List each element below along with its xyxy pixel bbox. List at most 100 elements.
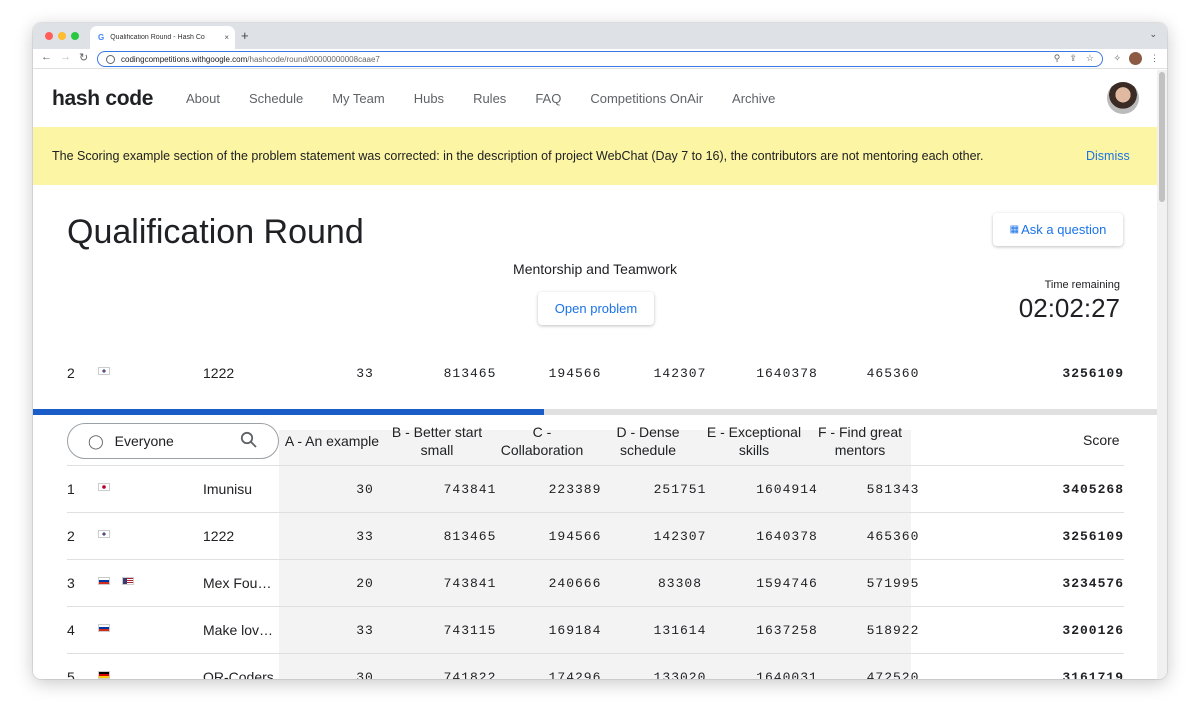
- row-score-a: 33: [356, 623, 374, 638]
- user-avatar[interactable]: [1107, 82, 1139, 114]
- column-header-d[interactable]: D - Dense schedule: [596, 423, 700, 459]
- search-icon[interactable]: [240, 431, 258, 449]
- open-problem-button[interactable]: Open problem: [538, 292, 654, 325]
- extensions-puzzle-icon[interactable]: ✧: [1113, 53, 1121, 64]
- browser-tab[interactable]: G Qualification Round - Hash Co ×: [90, 26, 235, 49]
- site-info-icon[interactable]: [106, 54, 115, 64]
- row-team-name[interactable]: Mex Foun…: [203, 575, 279, 591]
- maximize-window-icon[interactable]: [71, 32, 79, 40]
- nav-my-team[interactable]: My Team: [332, 91, 385, 106]
- reload-icon[interactable]: ↻: [79, 51, 88, 64]
- team-filter-input[interactable]: ◯ Everyone: [67, 423, 279, 459]
- nav-faq[interactable]: FAQ: [535, 91, 561, 106]
- back-arrow-icon[interactable]: ←: [41, 51, 52, 63]
- row-flags: [98, 577, 134, 585]
- tab-strip: G Qualification Round - Hash Co × + ⌄: [33, 23, 1167, 49]
- tab-close-icon[interactable]: ×: [224, 33, 229, 42]
- flag-ru-icon: [98, 624, 110, 632]
- column-header-c-line2: Collaboration: [500, 442, 584, 458]
- row-flags: [98, 671, 110, 679]
- column-header-b[interactable]: B - Better start small: [385, 423, 489, 459]
- row-score-f: 518922: [866, 623, 920, 638]
- minimize-window-icon[interactable]: [58, 32, 66, 40]
- time-remaining-label: Time remaining: [1044, 279, 1120, 291]
- row-total-score: 3200126: [1062, 623, 1124, 638]
- my-team-score-e: 1640378: [756, 366, 818, 381]
- new-tab-button[interactable]: +: [241, 28, 249, 43]
- round-progress-bar: [33, 409, 1157, 415]
- problem-name: Mentorship and Teamwork: [513, 261, 677, 277]
- row-score-b: 741822: [443, 670, 497, 679]
- share-icon[interactable]: ⇪: [1069, 53, 1077, 64]
- row-flags: [98, 624, 110, 632]
- column-header-d-line2: schedule: [619, 442, 677, 458]
- address-bar[interactable]: codingcompetitions.withgoogle.com/hashco…: [97, 51, 1103, 67]
- dismiss-button[interactable]: Dismiss: [1086, 149, 1130, 163]
- row-team-name[interactable]: Make love…: [203, 622, 279, 638]
- forward-arrow-icon[interactable]: →: [60, 51, 71, 63]
- row-total-score: 3405268: [1062, 482, 1124, 497]
- column-header-e-line1: E - Exceptional: [706, 424, 802, 440]
- table-row: 3 Mex Foun… 20 743841 240666 83308 1594746 5719…: [67, 560, 1124, 607]
- round-progress-fill: [33, 409, 545, 415]
- column-header-a[interactable]: A - An example: [281, 432, 383, 450]
- chat-bubble-icon: ▦: [1009, 224, 1020, 235]
- my-team-name[interactable]: 1222: [203, 365, 279, 381]
- row-score-c: 194566: [548, 529, 602, 544]
- my-team-score-d: 142307: [653, 366, 707, 381]
- column-header-c[interactable]: C - Collaboration: [491, 423, 593, 459]
- flag-kr-icon: [98, 530, 110, 538]
- row-team-name[interactable]: Imunisu: [203, 481, 279, 497]
- row-score-a: 30: [356, 670, 374, 679]
- row-score-e: 1637258: [756, 623, 818, 638]
- row-total-score: 3161719: [1062, 670, 1124, 679]
- row-rank: 1: [67, 481, 75, 497]
- top-navigation: hash code About Schedule My Team Hubs Ru…: [33, 70, 1157, 127]
- table-row: 4 Make love… 33 743115 169184 131614 1637258 51…: [67, 607, 1124, 654]
- zoom-icon[interactable]: ⚲: [1054, 53, 1061, 64]
- row-team-name[interactable]: 1222: [203, 528, 279, 544]
- row-score-a: 20: [356, 576, 374, 591]
- row-team-name[interactable]: QR-Coders: [203, 669, 279, 679]
- url-path: /hashcode/round/00000000008caae7: [247, 54, 380, 64]
- row-score-e: 1594746: [756, 576, 818, 591]
- row-score-b: 743841: [443, 576, 497, 591]
- page-scrollbar[interactable]: [1157, 70, 1167, 679]
- bookmark-star-icon[interactable]: ☆: [1086, 53, 1094, 64]
- row-rank: 2: [67, 528, 75, 544]
- row-score-d: 83308: [657, 576, 702, 591]
- banner-message: The Scoring example section of the probl…: [52, 149, 984, 163]
- nav-about[interactable]: About: [186, 91, 220, 106]
- nav-rules[interactable]: Rules: [473, 91, 506, 106]
- url-host: codingcompetitions.withgoogle.com: [121, 54, 248, 64]
- row-score-b: 743841: [443, 482, 497, 497]
- row-score-e: 1640378: [756, 529, 818, 544]
- nav-schedule[interactable]: Schedule: [249, 91, 303, 106]
- nav-hubs[interactable]: Hubs: [414, 91, 444, 106]
- my-team-flags: [98, 367, 110, 375]
- row-score-f: 472520: [866, 670, 920, 679]
- nav-archive[interactable]: Archive: [732, 91, 775, 106]
- column-header-e[interactable]: E - Exceptional skills: [702, 423, 806, 459]
- profile-avatar-icon[interactable]: [1129, 52, 1142, 65]
- hash-code-logo[interactable]: hash code: [52, 87, 153, 111]
- ask-question-button[interactable]: ▦ Ask a question: [993, 213, 1123, 246]
- row-score-e: 1604914: [756, 482, 818, 497]
- browser-menu-icon[interactable]: ⋮: [1150, 53, 1159, 64]
- column-header-f[interactable]: F - Find great mentors: [808, 423, 912, 459]
- row-flags: [98, 530, 110, 538]
- my-team-score-b: 813465: [443, 366, 497, 381]
- row-score-c: 174296: [548, 670, 602, 679]
- row-score-d: 142307: [653, 529, 707, 544]
- row-rank: 5: [67, 669, 75, 679]
- row-rank: 3: [67, 575, 75, 591]
- column-header-score[interactable]: Score: [1083, 432, 1120, 448]
- row-score-c: 240666: [548, 576, 602, 591]
- scrollbar-thumb[interactable]: [1159, 72, 1165, 202]
- nav-competitions-onair[interactable]: Competitions OnAir: [590, 91, 703, 106]
- row-score-d: 251751: [653, 482, 707, 497]
- close-window-icon[interactable]: [45, 32, 53, 40]
- time-remaining-value: 02:02:27: [1018, 293, 1120, 323]
- row-score-a: 30: [356, 482, 374, 497]
- tab-search-chevron-icon[interactable]: ⌄: [1149, 29, 1157, 40]
